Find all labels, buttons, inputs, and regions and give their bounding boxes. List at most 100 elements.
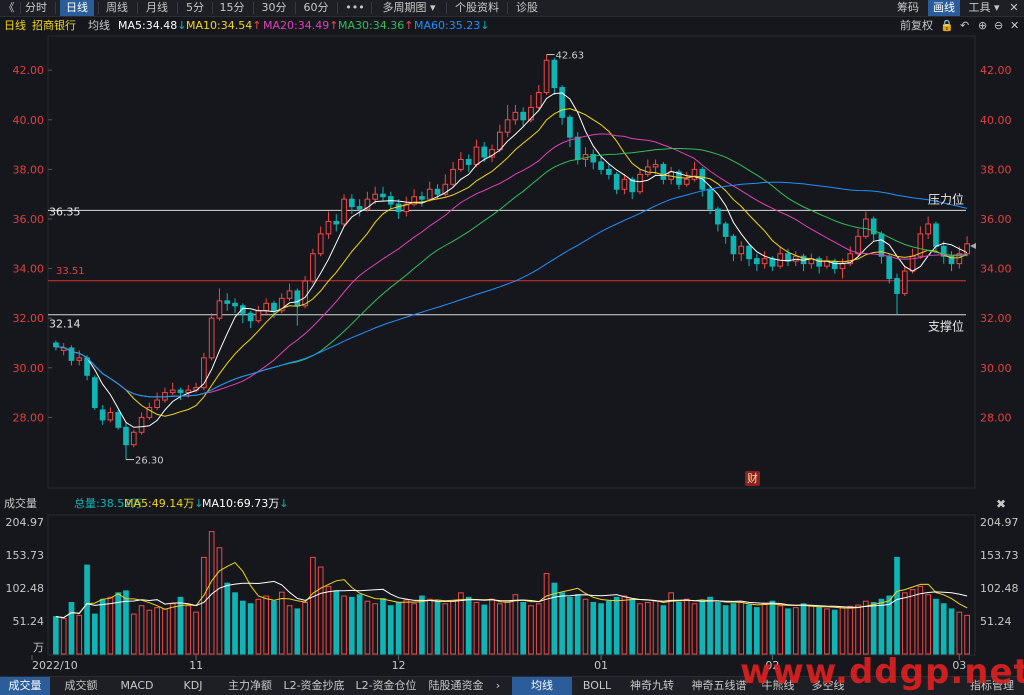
volume-bar[interactable] — [201, 556, 207, 655]
volume-bar[interactable] — [676, 601, 682, 655]
volume-bar[interactable] — [535, 603, 542, 655]
candle[interactable] — [676, 169, 682, 190]
volume-bar[interactable] — [247, 603, 254, 655]
candle[interactable] — [419, 191, 425, 207]
volume-bar[interactable] — [403, 599, 410, 655]
volume-bar[interactable] — [185, 605, 192, 655]
volume-bar[interactable] — [559, 592, 565, 655]
tab-kdj[interactable]: KDJ — [168, 677, 218, 695]
candle[interactable] — [450, 161, 456, 187]
volume-bar[interactable] — [278, 591, 285, 655]
volume-bar[interactable] — [349, 596, 355, 655]
candle[interactable] — [606, 164, 612, 180]
candle[interactable] — [738, 241, 745, 262]
volume-bar[interactable] — [668, 592, 674, 655]
volume-bar[interactable] — [255, 598, 262, 655]
candle[interactable] — [535, 85, 542, 110]
volume-bar[interactable] — [395, 601, 402, 655]
candle[interactable] — [715, 206, 721, 232]
candle[interactable] — [964, 236, 970, 257]
volume-bar[interactable] — [746, 604, 752, 655]
volume-bar[interactable] — [917, 585, 924, 655]
volume-bar[interactable] — [637, 603, 643, 655]
candle[interactable] — [216, 288, 223, 321]
volume-bar[interactable] — [715, 601, 721, 655]
candle[interactable] — [465, 154, 472, 172]
candle[interactable] — [824, 256, 830, 269]
volume-bar[interactable] — [60, 618, 67, 655]
volume-bar[interactable] — [831, 609, 838, 655]
volume-bar[interactable] — [512, 594, 519, 655]
candle[interactable] — [317, 226, 324, 257]
candle[interactable] — [411, 189, 417, 207]
volume-bar[interactable] — [722, 605, 729, 655]
candle[interactable] — [746, 243, 752, 267]
candle[interactable] — [473, 139, 480, 167]
volume-bar[interactable] — [785, 608, 791, 655]
candle[interactable] — [247, 310, 254, 329]
candle[interactable] — [68, 345, 75, 366]
volume-bar[interactable] — [84, 564, 90, 655]
tab-main-net[interactable]: 主力净额 — [224, 677, 276, 695]
volume-bar[interactable] — [925, 594, 932, 655]
volume-bar[interactable] — [590, 601, 597, 655]
candle[interactable] — [130, 429, 137, 448]
volume-bar[interactable] — [769, 600, 776, 655]
candle[interactable] — [504, 104, 511, 138]
volume-bar[interactable] — [863, 600, 869, 655]
kline-chart[interactable]: 42.00 40.00 38.00 36.00 34.00 32.00 30.00 28.00… — [0, 0, 1024, 676]
candle[interactable] — [224, 293, 231, 311]
candle[interactable] — [403, 196, 410, 217]
candle[interactable] — [863, 211, 869, 239]
volume-bar[interactable] — [808, 605, 815, 655]
candle[interactable] — [349, 194, 355, 215]
candle[interactable] — [543, 54, 550, 95]
volume-bar[interactable] — [574, 594, 581, 655]
volume-bar[interactable] — [481, 604, 488, 655]
candle[interactable] — [162, 387, 168, 403]
volume-bar[interactable] — [364, 600, 371, 655]
volume-bar[interactable] — [450, 600, 456, 655]
candle[interactable] — [777, 246, 784, 269]
tab-macd[interactable]: MACD — [112, 677, 162, 695]
volume-bar[interactable] — [333, 590, 340, 655]
volume-bar[interactable] — [146, 609, 153, 655]
volume-bar[interactable] — [699, 600, 706, 655]
candle[interactable] — [294, 288, 301, 326]
volume-bar[interactable] — [325, 585, 332, 655]
volume-bar[interactable] — [800, 603, 807, 655]
volume-bar[interactable] — [224, 582, 231, 655]
candle[interactable] — [621, 174, 628, 195]
volume-bar[interactable] — [138, 605, 145, 655]
volume-bar[interactable] — [53, 616, 59, 655]
volume-bar[interactable] — [792, 607, 799, 655]
candle[interactable] — [948, 251, 955, 272]
volume-bar[interactable] — [99, 598, 106, 655]
candle[interactable] — [395, 199, 402, 219]
volume-bar[interactable] — [442, 603, 449, 655]
candle[interactable] — [512, 104, 519, 125]
volume-bar[interactable] — [543, 573, 550, 655]
candle[interactable] — [489, 144, 495, 162]
volume-bar[interactable] — [419, 595, 425, 655]
volume-bar[interactable] — [123, 590, 129, 655]
candle[interactable] — [123, 422, 129, 460]
candle[interactable] — [255, 305, 262, 324]
volume-bar[interactable] — [652, 600, 659, 655]
candle[interactable] — [699, 166, 706, 197]
volume-bar[interactable] — [434, 600, 441, 655]
volume-bar[interactable] — [839, 607, 846, 655]
candle[interactable] — [380, 186, 386, 202]
volume-bar[interactable] — [901, 592, 908, 655]
volume-bar[interactable] — [621, 595, 628, 655]
volume-bar[interactable] — [458, 592, 464, 655]
tab-ma[interactable]: 均线 — [512, 677, 572, 695]
candle[interactable] — [458, 152, 464, 172]
volume-bar[interactable] — [271, 600, 277, 655]
volume-bar[interactable] — [707, 596, 713, 655]
tab-northbound[interactable]: 陆股通资金 — [424, 677, 488, 695]
candle[interactable] — [598, 157, 604, 175]
volume-bar[interactable] — [878, 598, 885, 655]
volume-bar[interactable] — [691, 603, 698, 655]
candle[interactable] — [325, 211, 332, 239]
